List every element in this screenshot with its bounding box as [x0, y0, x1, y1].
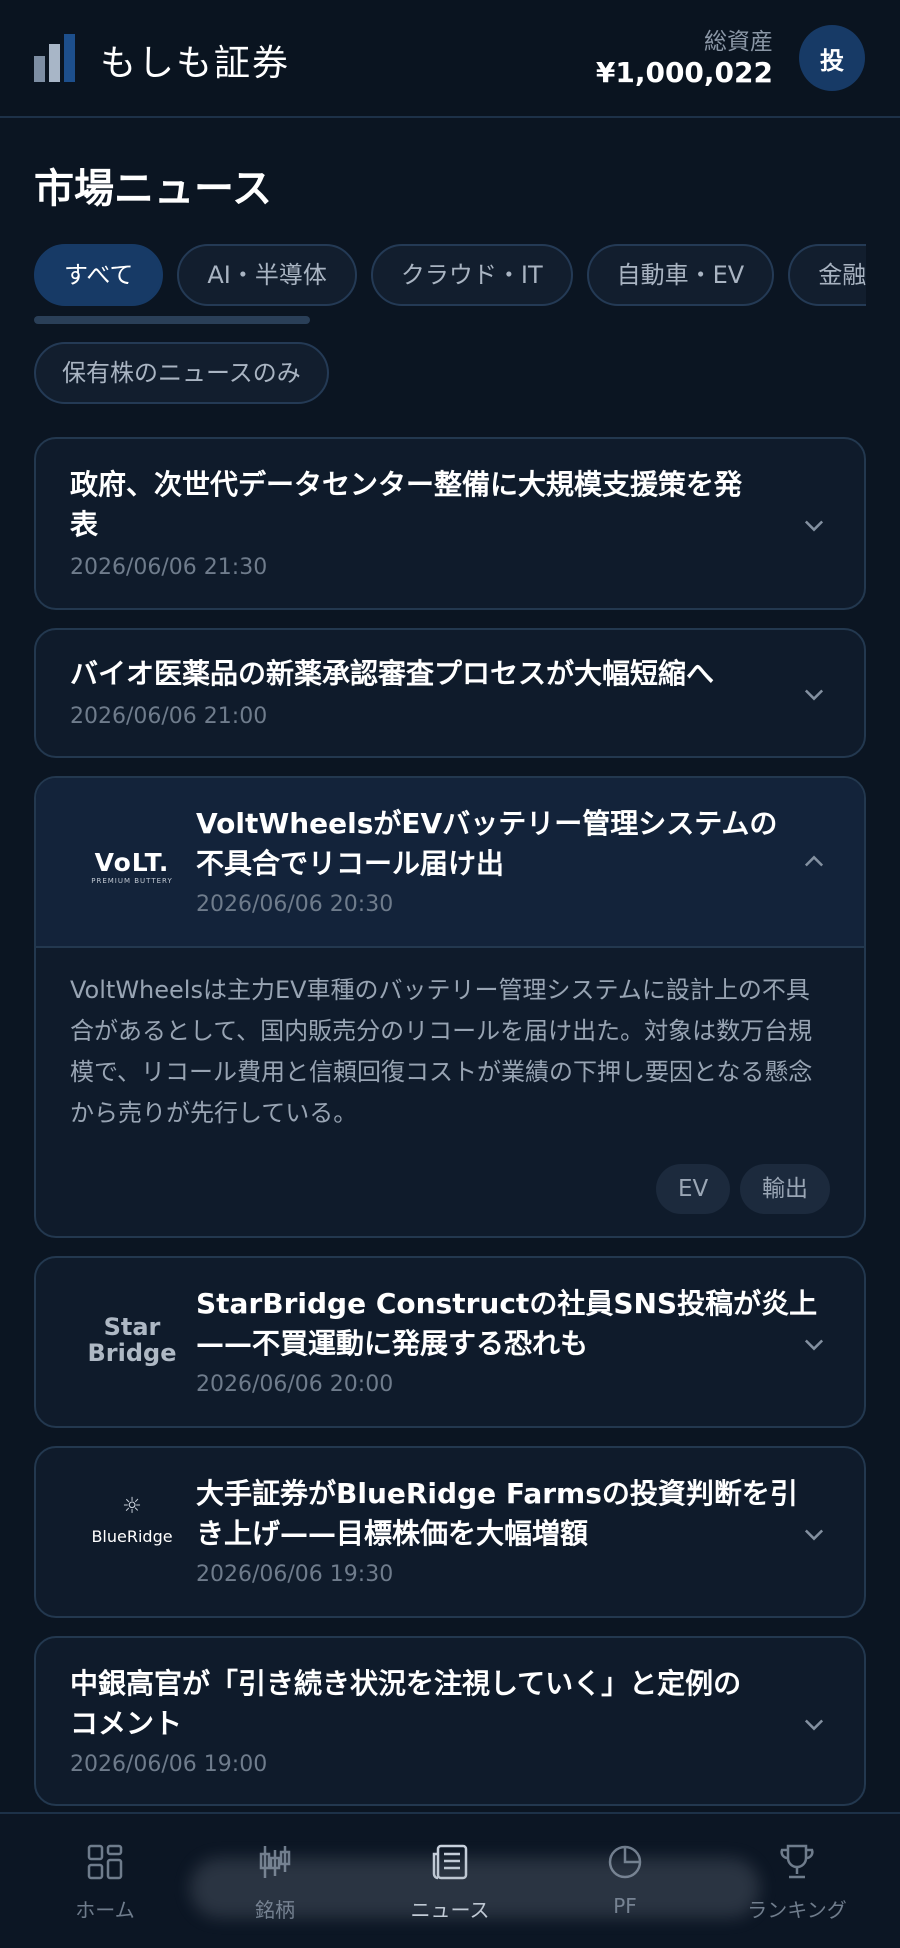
- news-time: 2026/06/06 21:30: [70, 555, 268, 580]
- news-card[interactable]: Star Bridge StarBridge Constructの社員SNS投稿…: [34, 1256, 866, 1428]
- avatar[interactable]: 投: [799, 25, 865, 91]
- tabs-scroll-indicator[interactable]: [34, 316, 310, 324]
- brand-logo-icon: [34, 34, 76, 82]
- page-title: 市場ニュース: [34, 166, 272, 212]
- sun-icon: ☼: [122, 1494, 142, 1519]
- tab-cloud-it[interactable]: クラウド・IT: [370, 244, 573, 306]
- total-assets-label: 総資産: [704, 29, 773, 55]
- bottom-nav: ホーム 銘柄 ニュース PF ランキング: [0, 1812, 900, 1948]
- news-tag[interactable]: 輸出: [740, 1164, 830, 1214]
- news-title: バイオ医薬品の新薬承認審査プロセスが大幅短縮へ: [70, 657, 715, 690]
- brand-name: もしも証券: [100, 43, 291, 84]
- total-assets-value: ¥1,000,022: [595, 56, 773, 89]
- chevron-down-icon[interactable]: [800, 511, 828, 539]
- news-body: VoltWheelsは主力EV車種のバッテリー管理システムに設計上の不具合がある…: [70, 976, 813, 1127]
- news-time: 2026/06/06 21:00: [70, 704, 268, 729]
- news-card[interactable]: ☼ BlueRidge 大手証券がBlueRidge Farmsの投資判断を引き…: [34, 1446, 866, 1618]
- home-grid-icon: [85, 1842, 125, 1882]
- news-card[interactable]: 政府、次世代データセンター整備に大規模支援策を発表 2026/06/06 21:…: [34, 437, 866, 610]
- news-card[interactable]: 中銀高官が「引き続き状況を注視していく」と定例の コメント 2026/06/06 …: [34, 1636, 866, 1806]
- holdings-only-filter[interactable]: 保有株のニュースのみ: [34, 342, 329, 404]
- chevron-up-icon[interactable]: [800, 848, 828, 876]
- app-header: もしも証券 総資産 ¥1,000,022 投: [0, 0, 900, 118]
- news-card-expanded[interactable]: VoLT. PREMIUM BUTTERY VoltWheelsがEVバッテリー…: [34, 776, 866, 1238]
- news-tag[interactable]: EV: [656, 1164, 731, 1214]
- company-logo: Star Bridge: [87, 1313, 177, 1367]
- chevron-down-icon[interactable]: [800, 1710, 828, 1738]
- tab-finance[interactable]: 金融: [788, 244, 866, 306]
- trophy-icon: [777, 1842, 817, 1882]
- company-logo: VoLT. PREMIUM BUTTERY: [91, 848, 173, 885]
- news-title: 政府、次世代データセンター整備に大規模支援策を発表: [70, 468, 743, 541]
- category-tabs: すべて AI・半導体 クラウド・IT 自動車・EV 金融: [34, 244, 866, 308]
- news-time: 2026/06/06 20:30: [196, 892, 394, 917]
- news-time: 2026/06/06 19:00: [70, 1752, 268, 1777]
- news-time: 2026/06/06 19:30: [196, 1562, 394, 1587]
- tab-auto-ev[interactable]: 自動車・EV: [586, 244, 775, 306]
- chevron-down-icon[interactable]: [800, 680, 828, 708]
- app-root: もしも証券 総資産 ¥1,000,022 投 市場ニュース すべて AI・半導体ク…: [0, 0, 900, 1948]
- blurred-toast: [190, 1858, 760, 1918]
- tab-ai-semiconductor[interactable]: AI・半導体: [177, 244, 357, 306]
- news-title: VoltWheelsがEVバッテリー管理システムの 不具合でリコール届け出: [196, 807, 778, 880]
- news-title: 中銀高官が「引き続き状況を注視していく」と定例の コメント: [70, 1667, 742, 1740]
- nav-home[interactable]: ホーム: [30, 1842, 180, 1923]
- news-title: StarBridge Constructの社員SNS投稿が炎上 ——不買運動に発展…: [196, 1287, 818, 1360]
- tab-all[interactable]: すべて: [34, 244, 164, 306]
- news-card[interactable]: バイオ医薬品の新薬承認審査プロセスが大幅短縮へ 2026/06/06 21:00: [34, 628, 866, 758]
- chevron-down-icon[interactable]: [800, 1330, 828, 1358]
- company-logo: ☼ BlueRidge: [70, 1494, 194, 1546]
- chevron-down-icon[interactable]: [800, 1520, 828, 1548]
- news-title: 大手証券がBlueRidge Farmsの投資判断を引 き上げ——目標株価を大幅増…: [196, 1477, 798, 1550]
- news-time: 2026/06/06 20:00: [196, 1372, 394, 1397]
